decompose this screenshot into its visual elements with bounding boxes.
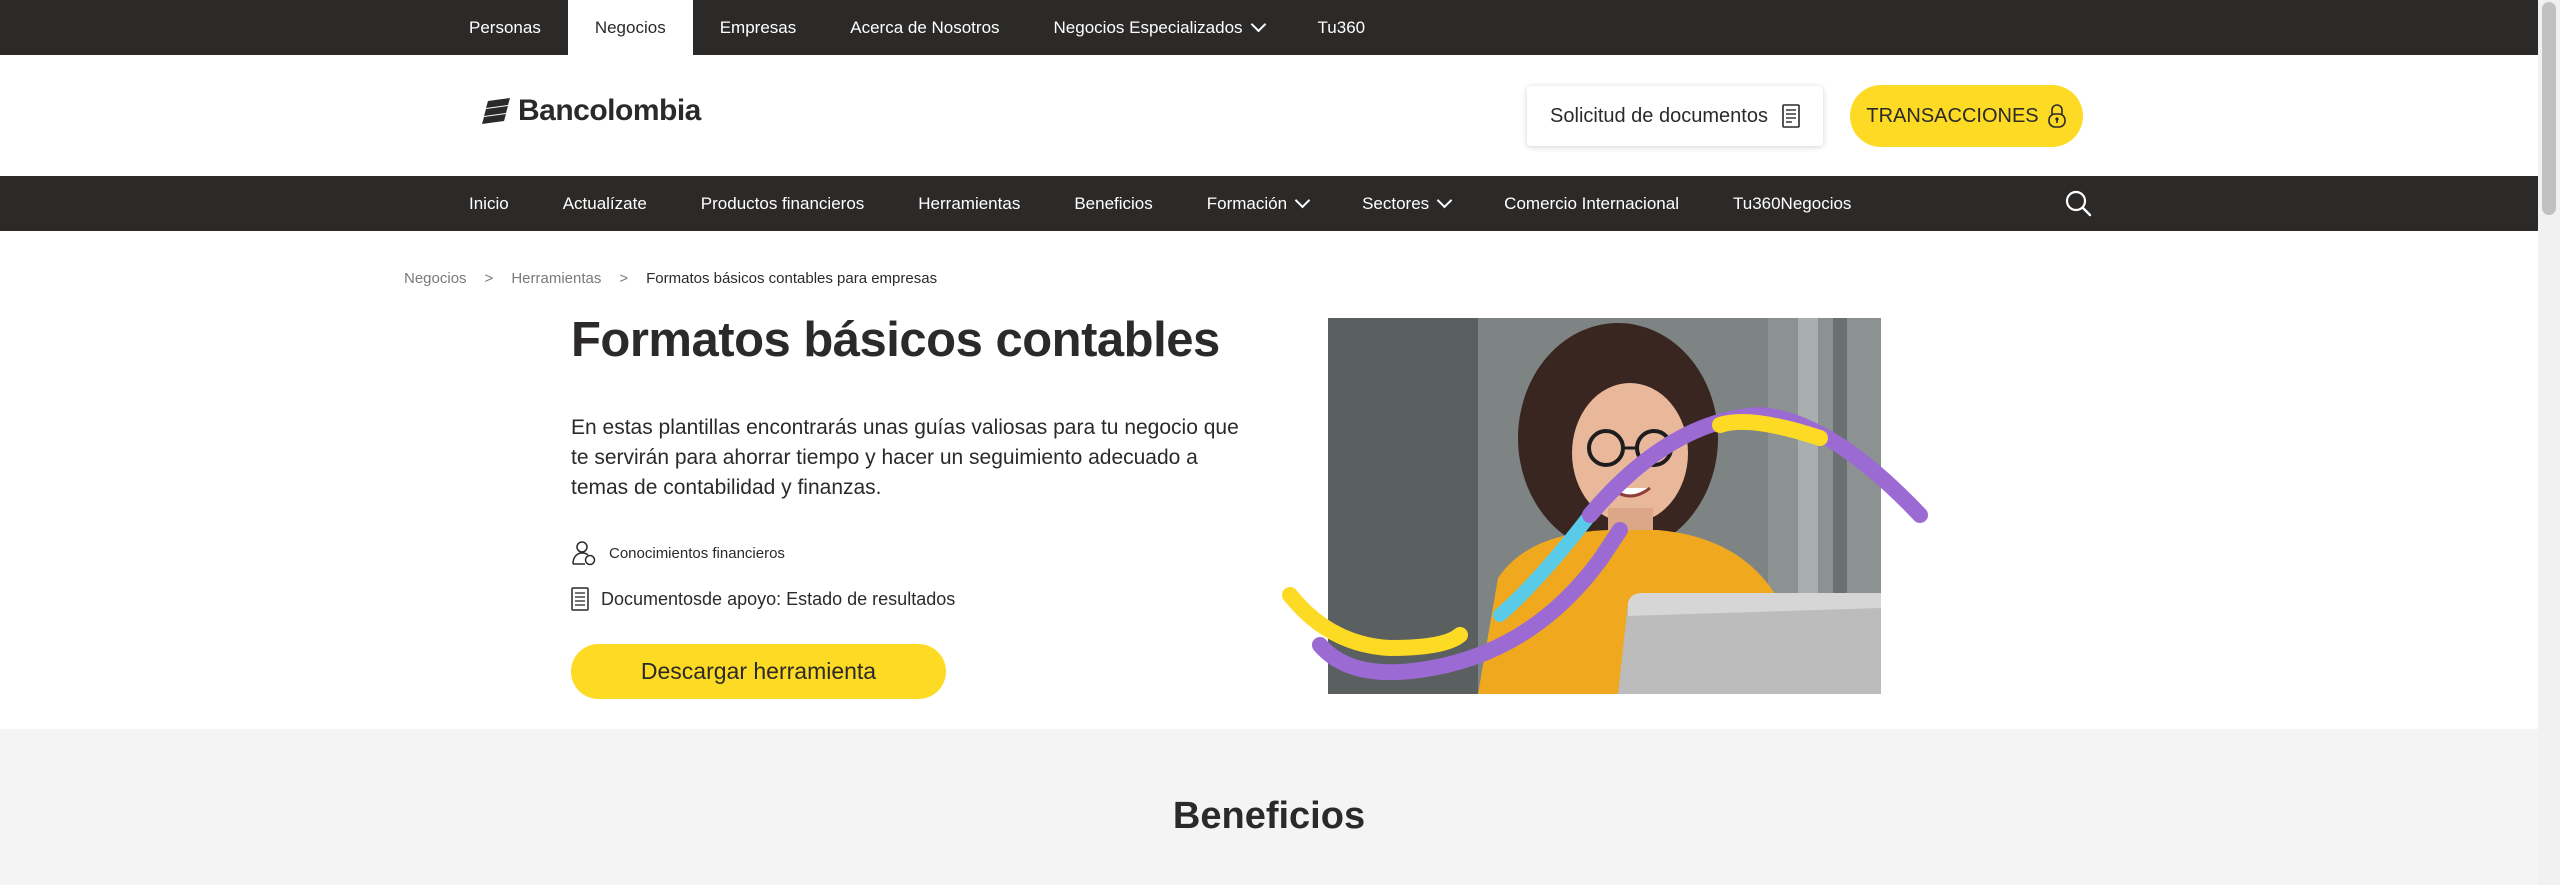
logo-text: Bancolombia <box>518 94 701 127</box>
main-nav-label: Herramientas <box>918 193 1021 213</box>
transactions-label: TRANSACCIONES <box>1866 104 2039 127</box>
top-nav-label: Empresas <box>719 17 797 37</box>
search-icon <box>2065 190 2092 217</box>
person-money-icon <box>572 541 596 566</box>
top-nav-label: Negocios <box>594 17 666 37</box>
decorative-swoosh-icon <box>1282 406 1928 680</box>
chevron-down-icon <box>1250 16 1266 33</box>
top-nav-empresas[interactable]: Empresas <box>693 0 824 55</box>
page-description: En estas plantillas encontrarás unas guí… <box>571 416 1239 499</box>
top-navigation-bar: Personas Negocios Empresas Acerca de Nos… <box>0 0 2538 55</box>
benefits-title: Beneficios <box>1172 795 1366 837</box>
top-nav-acerca[interactable]: Acerca de Nosotros <box>823 0 1026 55</box>
logo-mark-icon <box>482 98 510 124</box>
main-nav-tu360negocios[interactable]: Tu360Negocios <box>1706 176 1878 231</box>
main-nav-beneficios[interactable]: Beneficios <box>1047 176 1179 231</box>
request-documents-button[interactable]: Solicitud de documentos <box>1527 86 1823 146</box>
top-nav-label: Acerca de Nosotros <box>850 17 1000 37</box>
breadcrumb-separator: > <box>619 270 629 287</box>
main-nav-comercio[interactable]: Comercio Internacional <box>1477 176 1706 231</box>
site-header <box>0 55 2538 176</box>
main-navigation-bar: Inicio Actualízate Productos financieros… <box>0 176 2538 231</box>
main-nav-label: Inicio <box>469 193 509 213</box>
breadcrumb-current: Formatos básicos contables para empresas <box>646 270 938 287</box>
document-icon <box>1782 104 1800 128</box>
top-nav-negocios-especializados[interactable]: Negocios Especializados <box>1027 0 1291 55</box>
download-tool-button[interactable]: Descargar herramienta <box>571 644 946 699</box>
top-nav-personas[interactable]: Personas <box>442 0 568 55</box>
main-nav-label: Sectores <box>1362 193 1430 213</box>
category-meta: Conocimientos financieros <box>571 540 785 566</box>
breadcrumb: Negocios > Herramientas > Formatos básic… <box>404 270 937 287</box>
top-nav-tu360[interactable]: Tu360 <box>1291 0 1393 55</box>
top-nav: Personas Negocios Empresas Acerca de Nos… <box>442 0 1392 55</box>
main-nav-label: Formación <box>1206 193 1288 213</box>
main-nav-label: Productos financieros <box>700 193 865 213</box>
category-label: Conocimientos financieros <box>609 544 785 562</box>
top-nav-label: Personas <box>469 17 541 37</box>
main-nav-inicio[interactable]: Inicio <box>442 176 536 231</box>
bancolombia-logo[interactable]: Bancolombia <box>482 94 701 128</box>
main-nav-herramientas[interactable]: Herramientas <box>891 176 1047 231</box>
main-nav-label: Beneficios <box>1074 193 1153 213</box>
documents-label: Documentosde apoyo: Estado de resultados <box>601 588 956 609</box>
main-nav-label: Comercio Internacional <box>1504 193 1679 213</box>
top-nav-negocios[interactable]: Negocios <box>567 0 693 55</box>
chevron-down-icon <box>1294 192 1311 209</box>
main-nav-formacion[interactable]: Formación <box>1180 176 1335 231</box>
main-nav-actualizate[interactable]: Actualízate <box>536 176 674 231</box>
request-documents-label: Solicitud de documentos <box>1550 104 1768 127</box>
documents-meta: Documentosde apoyo: Estado de resultados <box>571 587 955 611</box>
transactions-button[interactable]: TRANSACCIONES <box>1850 85 2083 147</box>
breadcrumb-separator: > <box>484 270 494 287</box>
main-nav-label: Actualízate <box>562 193 647 213</box>
breadcrumb-item-herramientas[interactable]: Herramientas <box>511 270 601 287</box>
main-nav-sectores[interactable]: Sectores <box>1335 176 1477 231</box>
top-nav-label: Tu360 <box>1317 17 1366 37</box>
document-list-icon <box>571 587 589 611</box>
top-nav-label: Negocios Especializados <box>1053 17 1243 37</box>
page-title: Formatos básicos contables <box>571 313 1220 367</box>
download-tool-label: Descargar herramienta <box>640 658 877 684</box>
main-nav-productos[interactable]: Productos financieros <box>674 176 891 231</box>
main-nav: Inicio Actualízate Productos financieros… <box>442 176 1878 231</box>
breadcrumb-item-negocios[interactable]: Negocios <box>404 270 467 287</box>
chevron-down-icon <box>1436 192 1453 209</box>
main-nav-label: Tu360Negocios <box>1732 193 1852 213</box>
scrollbar-thumb[interactable] <box>2542 2 2556 215</box>
search-button[interactable] <box>2064 189 2092 222</box>
lock-icon <box>2047 104 2066 128</box>
